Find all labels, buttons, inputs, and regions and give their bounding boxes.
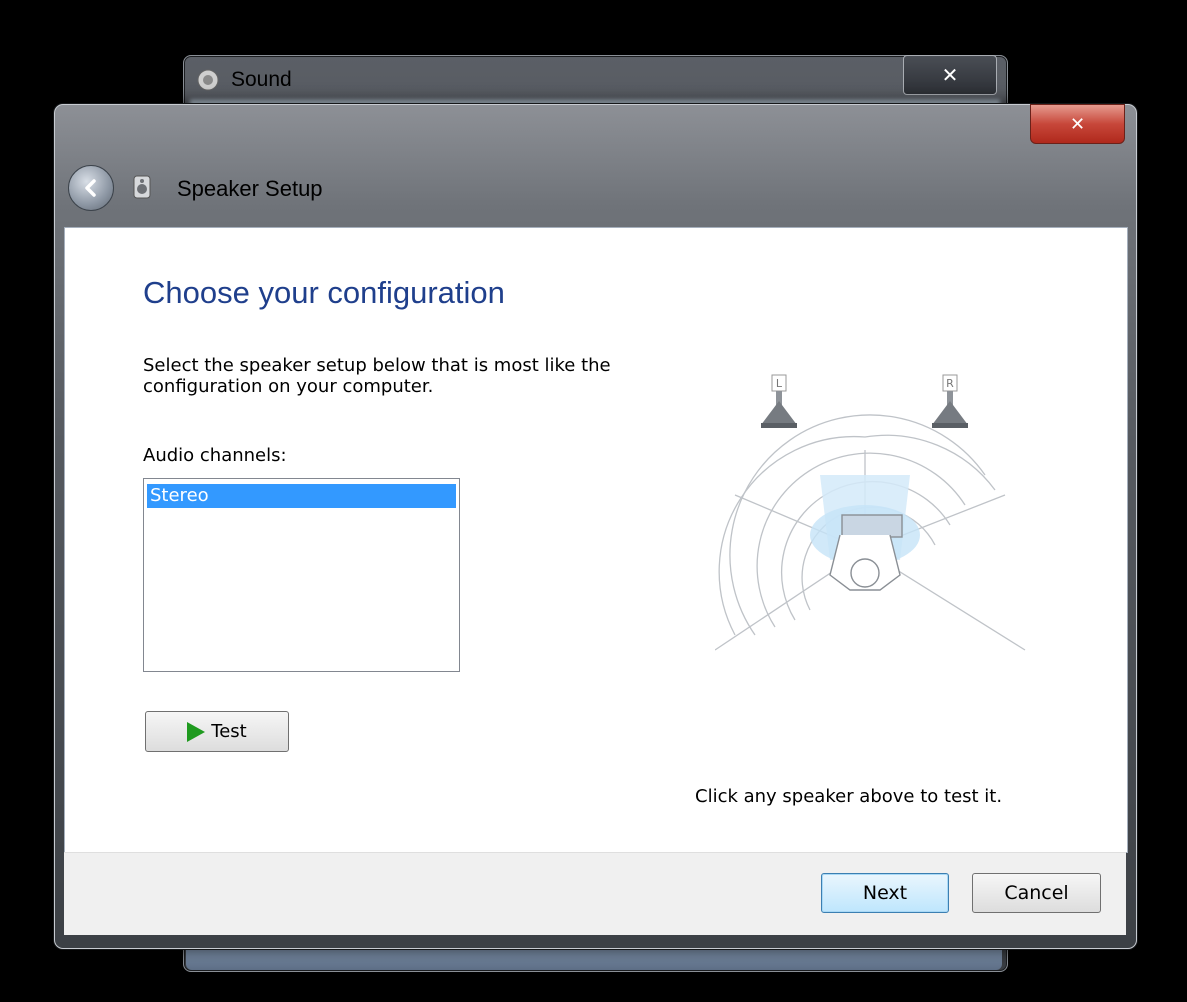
sound-icon (197, 69, 219, 91)
dialog-title: Speaker Setup (177, 176, 323, 201)
speaker-icon (133, 175, 151, 199)
next-button[interactable]: Next (821, 873, 949, 913)
back-button[interactable] (68, 165, 114, 211)
audio-channels-list[interactable]: Stereo (143, 478, 460, 672)
right-speaker[interactable]: R (932, 374, 968, 428)
left-speaker[interactable]: L (761, 374, 797, 428)
cancel-button[interactable]: Cancel (972, 873, 1101, 913)
right-speaker-label: R (946, 377, 954, 390)
page-title: Choose your configuration (143, 275, 505, 310)
test-button-label: Test (211, 721, 247, 742)
button-bar (64, 852, 1126, 935)
speaker-diagram: L R (715, 374, 1026, 651)
play-icon (187, 721, 206, 742)
speaker-test-hint: Click any speaker above to test it. (695, 786, 1003, 807)
sound-close-button[interactable]: ✕ (903, 55, 997, 95)
audio-channels-label: Audio channels: (143, 445, 287, 466)
test-button[interactable]: Test (145, 711, 289, 752)
back-arrow-icon (85, 179, 96, 197)
list-item-stereo[interactable]: Stereo (147, 484, 456, 508)
left-speaker-label: L (776, 377, 783, 390)
sound-window-title: Sound (231, 68, 292, 91)
close-button[interactable]: ✕ (1030, 104, 1125, 144)
instructions-text: Select the speaker setup below that is m… (143, 355, 611, 397)
